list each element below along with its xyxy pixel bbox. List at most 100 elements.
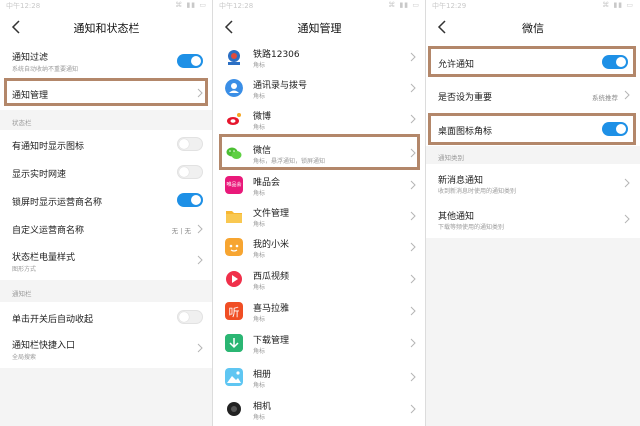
chevron-right-icon [197,224,203,234]
chevron-right-icon [197,88,203,98]
chevron-right-icon [410,274,416,284]
status-time: 中午12:29 [432,2,467,10]
vipshop-icon: 唯品会 [225,176,243,194]
chevron-right-icon [410,242,416,252]
download-manager-icon [225,334,243,352]
app-name: 文件管理 [253,209,290,219]
chevron-right-icon [410,83,416,93]
app-name: 西瓜视频 [253,272,290,282]
app-sub: 角标 [253,316,266,323]
chevron-right-icon [410,404,416,414]
chevron-right-icon [410,148,416,158]
section-header-shade: 通知栏 [0,280,213,302]
app-row-camera[interactable]: 相机 角标 [213,394,426,424]
custom-carrier-label: 自定义运营商名称 [12,226,85,236]
app-sub: 角标 [253,252,266,259]
app-row-weibo[interactable]: 微博 角标 [213,104,426,134]
chevron-right-icon [410,211,416,221]
app-name: 下载管理 [253,336,290,346]
notification-filter-toggle[interactable] [177,54,203,68]
app-sub: 角标 [253,124,266,131]
chevron-right-icon [410,180,416,190]
badge-label: 桌面图标角标 [438,127,493,137]
section-header-categories: 通知类别 [426,146,640,164]
lock-carrier-label: 锁屏时显示运营商名称 [12,198,103,208]
other-notification-row[interactable]: 其他通知 下载等频使用的通知类别 [426,202,640,236]
lock-carrier-row[interactable]: 锁屏时显示运营商名称 [0,188,213,212]
app-row-gallery[interactable]: 相册 角标 [213,362,426,392]
app-sub: 角标 [253,93,266,100]
notification-manage-label: 通知管理 [12,91,49,101]
app-row-file-manager[interactable]: 文件管理 角标 [213,201,426,231]
chevron-right-icon [624,214,630,224]
wechat-notification-screen: 中午12:29 ⌘ ▮▮ ▭ 微信 允许通知 是否设为重要 系统推荐 桌面图标角… [426,0,640,426]
ximalaya-icon-text: 听 [228,306,240,319]
battery-style-row[interactable]: 状态栏电量样式 图形方式 [0,244,213,276]
shortcut-entry-sub: 全局搜索 [12,354,37,361]
custom-carrier-value: 无 | 无 [171,227,191,235]
status-icons: ⌘ ▮▮ ▭ [175,1,207,9]
my-xiaomi-icon [225,238,243,256]
status-bar: 中午12:28 ⌘ ▮▮ ▭ [0,0,213,12]
chevron-right-icon [624,178,630,188]
app-row-download[interactable]: 下载管理 角标 [213,328,426,358]
lock-carrier-toggle[interactable] [177,193,203,207]
wechat-icon [225,144,243,162]
notification-manage-row[interactable]: 通知管理 [0,80,213,106]
app-sub: 角标 [253,414,266,421]
railway-12306-icon [225,48,243,66]
allow-notification-toggle[interactable] [602,55,628,69]
app-sub: 角标 [253,348,266,355]
page-title: 通知管理 [297,22,342,35]
app-row-railway[interactable]: 铁路12306 角标 [213,42,426,72]
important-row[interactable]: 是否设为重要 系统推荐 [426,82,640,108]
app-row-xigua[interactable]: 西瓜视频 角标 [213,264,426,294]
show-icon-row[interactable]: 有通知时显示图标 [0,132,213,156]
network-speed-row[interactable]: 显示实时网速 [0,160,213,184]
app-sub: 角标 [253,190,266,197]
custom-carrier-row[interactable]: 自定义运营商名称 无 | 无 [0,216,213,240]
camera-icon [225,400,243,418]
section-header-statusbar: 状态栏 [0,110,213,130]
app-row-ximalaya[interactable]: 听 喜马拉雅 角标 [213,296,426,326]
status-icons: ⌘ ▮▮ ▭ [602,1,634,9]
notification-filter-row[interactable]: 通知过滤 系统自动收纳不重要通知 [0,44,213,78]
app-row-contacts[interactable]: 通讯录与拨号 角标 [213,73,426,103]
chevron-right-icon [410,114,416,124]
chevron-right-icon [624,90,630,100]
chevron-right-icon [197,343,203,353]
app-row-wechat[interactable]: 微信 角标，悬浮通知，锁屏通知 [213,138,426,168]
show-icon-toggle[interactable] [177,137,203,151]
battery-style-sub: 图形方式 [12,266,37,273]
app-name: 相机 [253,402,272,412]
chevron-right-icon [410,372,416,382]
auto-collapse-toggle[interactable] [177,310,203,324]
auto-collapse-row[interactable]: 单击开关后自动收起 [0,304,213,330]
app-row-my-xiaomi[interactable]: 我的小米 角标 [213,232,426,262]
app-name: 相册 [253,370,272,380]
status-bar: 中午12:28 ⌘ ▮▮ ▭ [213,0,426,12]
app-name: 唯品会 [253,178,281,188]
app-name: 微信 [253,146,272,156]
notification-filter-sub: 系统自动收纳不重要通知 [12,66,79,73]
new-message-row[interactable]: 新消息通知 收到新消息时使用的通知类别 [426,166,640,200]
ximalaya-icon: 听 [225,302,243,320]
app-sub: 角标 [253,221,266,228]
shortcut-entry-label: 通知栏快捷入口 [12,341,76,351]
chevron-right-icon [197,255,203,265]
app-name: 通讯录与拨号 [253,81,308,91]
status-icons: ⌘ ▮▮ ▭ [388,1,420,9]
chevron-right-icon [410,52,416,62]
bottom-blank [426,238,640,426]
important-value: 系统推荐 [592,94,618,102]
allow-notification-row[interactable]: 允许通知 [426,48,640,76]
show-icon-label: 有通知时显示图标 [12,142,85,152]
badge-row[interactable]: 桌面图标角标 [426,114,640,144]
section-label-categories: 通知类别 [438,154,464,162]
shortcut-entry-row[interactable]: 通知栏快捷入口 全局搜索 [0,332,213,364]
page-title: 微信 [522,22,544,35]
app-row-vipshop[interactable]: 唯品会 唯品会 角标 [213,170,426,200]
badge-toggle[interactable] [602,122,628,136]
xigua-video-icon [225,270,243,288]
network-speed-toggle[interactable] [177,165,203,179]
